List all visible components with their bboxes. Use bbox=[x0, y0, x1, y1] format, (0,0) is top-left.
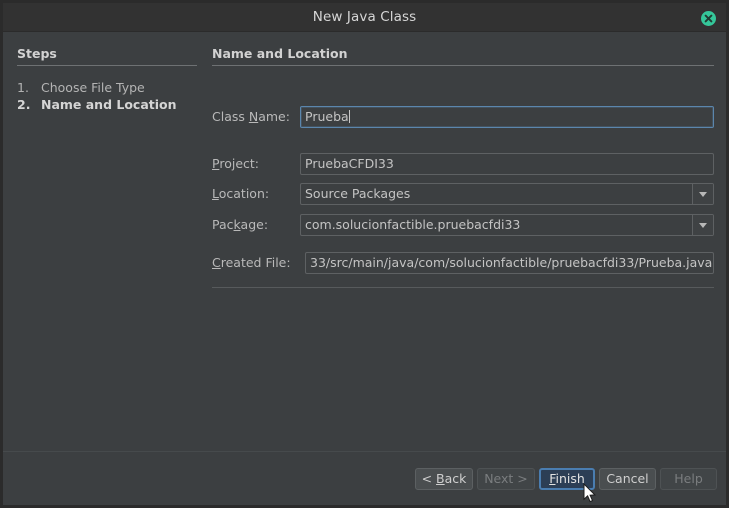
form-separator bbox=[212, 287, 714, 288]
chevron-down-icon[interactable] bbox=[692, 215, 713, 235]
package-combobox[interactable]: com.solucionfactible.pruebacfdi33 bbox=[300, 214, 714, 236]
text-caret bbox=[349, 110, 350, 123]
dialog-title-bar[interactable]: New Java Class bbox=[3, 3, 726, 32]
row-class-name: Class Name: Prueba bbox=[212, 106, 714, 128]
created-file-input: 33/src/main/java/com/solucionfactible/pr… bbox=[305, 252, 714, 274]
row-project: Project: PruebaCFDI33 bbox=[212, 153, 714, 175]
steps-header-rule bbox=[17, 65, 197, 66]
cancel-button[interactable]: Cancel bbox=[599, 468, 656, 490]
dialog-button-bar: < Back Next > Finish Cancel Help bbox=[3, 460, 726, 505]
location-value: Source Packages bbox=[301, 184, 692, 204]
row-created-file: Created File: 33/src/main/java/com/soluc… bbox=[212, 252, 714, 274]
class-name-label: Class Name: bbox=[212, 106, 297, 128]
help-button: Help bbox=[660, 468, 717, 490]
finish-button[interactable]: Finish bbox=[539, 468, 595, 490]
steps-header: Steps bbox=[17, 46, 197, 61]
back-button[interactable]: < Back bbox=[415, 468, 473, 490]
step-label: Choose File Type bbox=[41, 79, 145, 96]
chevron-down-glyph bbox=[699, 192, 707, 197]
dialog-title: New Java Class bbox=[3, 3, 726, 31]
project-value: PruebaCFDI33 bbox=[305, 156, 394, 171]
location-label: Location: bbox=[212, 183, 297, 205]
step-number: 1. bbox=[17, 79, 41, 96]
new-java-class-dialog: New Java Class Steps 1. Choose File Type… bbox=[0, 0, 729, 508]
content-header: Name and Location bbox=[212, 46, 714, 61]
project-input: PruebaCFDI33 bbox=[300, 153, 714, 175]
content-header-rule bbox=[212, 65, 714, 66]
steps-list: 1. Choose File Type 2. Name and Location bbox=[17, 79, 197, 113]
step-item-choose-file-type: 1. Choose File Type bbox=[17, 79, 197, 96]
package-value: com.solucionfactible.pruebacfdi33 bbox=[301, 215, 692, 235]
created-file-value: 33/src/main/java/com/solucionfactible/pr… bbox=[310, 255, 712, 270]
footer-separator bbox=[3, 451, 726, 452]
chevron-down-icon[interactable] bbox=[692, 184, 713, 204]
created-file-label: Created File: bbox=[212, 252, 302, 274]
step-number: 2. bbox=[17, 96, 41, 113]
row-package: Package: com.solucionfactible.pruebacfdi… bbox=[212, 214, 714, 236]
steps-panel: Steps 1. Choose File Type 2. Name and Lo… bbox=[17, 46, 197, 113]
project-label: Project: bbox=[212, 153, 297, 175]
step-item-name-and-location: 2. Name and Location bbox=[17, 96, 197, 113]
dialog-body: Steps 1. Choose File Type 2. Name and Lo… bbox=[3, 32, 726, 505]
close-icon[interactable] bbox=[701, 11, 716, 26]
class-name-value: Prueba bbox=[305, 109, 349, 124]
chevron-down-glyph bbox=[699, 223, 707, 228]
next-button: Next > bbox=[477, 468, 535, 490]
package-label: Package: bbox=[212, 214, 297, 236]
class-name-input[interactable]: Prueba bbox=[300, 106, 714, 128]
content-header-wrap: Name and Location bbox=[212, 46, 714, 66]
location-combobox[interactable]: Source Packages bbox=[300, 183, 714, 205]
step-label: Name and Location bbox=[41, 96, 177, 113]
content-panel: Name and Location bbox=[212, 46, 714, 66]
row-location: Location: Source Packages bbox=[212, 183, 714, 205]
